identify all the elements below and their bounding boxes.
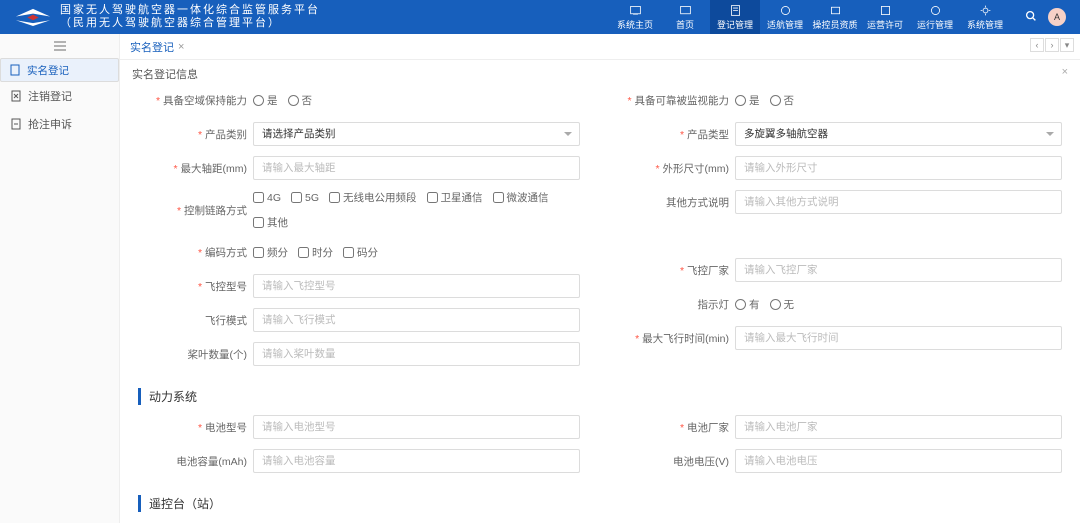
lbl-keep-aloft: 具备空域保持能力 xyxy=(138,93,253,108)
sidebar-item-reg[interactable]: 实名登记 xyxy=(0,58,119,82)
lbl-batt-vendor: 电池厂家 xyxy=(620,420,735,435)
brand-title: 国家无人驾驶航空器一体化综合监管服务平台（民用无人驾驶航空器综合管理平台） xyxy=(60,4,320,30)
lbl-encode: 编码方式 xyxy=(138,245,253,260)
radio-monitored[interactable]: 是否 xyxy=(735,93,1062,108)
sidebar: 实名登记 注销登记 抢注申诉 xyxy=(0,34,120,523)
checks-link-mode[interactable]: 4G5G无线电公用频段卫星通信微波通信其他 xyxy=(253,190,580,230)
tab-close-icon[interactable]: × xyxy=(178,41,184,53)
input-batt-model[interactable] xyxy=(253,415,580,439)
tab-prev[interactable]: ‹ xyxy=(1030,38,1044,52)
lbl-link-mode: 控制链路方式 xyxy=(138,203,253,218)
input-other-mode[interactable] xyxy=(735,190,1062,214)
lbl-other-mode: 其他方式说明 xyxy=(620,195,735,210)
nav-index[interactable]: 首页 xyxy=(660,0,710,34)
lbl-prod-type: 产品类型 xyxy=(620,127,735,142)
lbl-ind-light: 指示灯 xyxy=(620,297,735,312)
lbl-batt-cap: 电池容量(mAh) xyxy=(138,454,253,469)
select-prod-cat[interactable]: 请选择产品类别 xyxy=(253,122,580,146)
nav-airspace[interactable]: 适航管理 xyxy=(760,0,810,34)
input-batt-volt[interactable] xyxy=(735,449,1062,473)
lbl-fc-model: 飞控型号 xyxy=(138,279,253,294)
lbl-fc-vendor: 飞控厂家 xyxy=(620,263,735,278)
sidebar-item-pending[interactable]: 抢注申诉 xyxy=(0,110,119,138)
page-title: 实名登记信息 × xyxy=(120,60,1080,88)
tab-bar: 实名登记× ‹ › ▾ xyxy=(120,34,1080,60)
nav-license[interactable]: 操控员资质 xyxy=(810,0,860,34)
select-prod-type[interactable]: 多旋翼多轴航空器 xyxy=(735,122,1062,146)
input-batt-vendor[interactable] xyxy=(735,415,1062,439)
radio-ind-light[interactable]: 有无 xyxy=(735,297,1062,312)
search-icon[interactable] xyxy=(1024,9,1038,26)
input-fly-mode[interactable] xyxy=(253,308,580,332)
input-outer-size[interactable] xyxy=(735,156,1062,180)
lbl-batt-volt: 电池电压(V) xyxy=(620,454,735,469)
nav-reg[interactable]: 登记管理 xyxy=(710,0,760,34)
input-max-axis[interactable] xyxy=(253,156,580,180)
nav-flight[interactable]: 运行管理 xyxy=(910,0,960,34)
tab-menu[interactable]: ▾ xyxy=(1060,38,1074,52)
tab-reg[interactable]: 实名登记× xyxy=(130,39,184,55)
section-rc: 遥控台（站） xyxy=(138,495,1062,512)
lbl-outer-size: 外形尺寸(mm) xyxy=(620,161,735,176)
nav-sys[interactable]: 系统管理 xyxy=(960,0,1010,34)
lbl-blades: 桨叶数量(个) xyxy=(138,347,253,362)
section-power: 动力系统 xyxy=(138,388,1062,405)
input-fc-model[interactable] xyxy=(253,274,580,298)
lbl-max-axis: 最大轴距(mm) xyxy=(138,161,253,176)
close-icon[interactable]: × xyxy=(1062,66,1068,78)
nav-home[interactable]: 系统主页 xyxy=(610,0,660,34)
tab-next[interactable]: › xyxy=(1045,38,1059,52)
input-fc-vendor[interactable] xyxy=(735,258,1062,282)
avatar[interactable]: A xyxy=(1048,8,1066,26)
brand-logo xyxy=(14,6,52,28)
radio-keep-aloft[interactable]: 是否 xyxy=(253,93,580,108)
input-blades[interactable] xyxy=(253,342,580,366)
sidebar-item-cancel[interactable]: 注销登记 xyxy=(0,82,119,110)
lbl-batt-model: 电池型号 xyxy=(138,420,253,435)
lbl-max-time: 最大飞行时间(min) xyxy=(620,331,735,346)
input-max-time[interactable] xyxy=(735,326,1062,350)
lbl-monitored: 具备可靠被监视能力 xyxy=(620,93,735,108)
top-nav: 系统主页 首页 登记管理 适航管理 操控员资质 运营许可 运行管理 系统管理 xyxy=(610,0,1010,34)
nav-ops[interactable]: 运营许可 xyxy=(860,0,910,34)
checks-encode[interactable]: 频分时分码分 xyxy=(253,245,580,260)
lbl-prod-cat: 产品类别 xyxy=(138,127,253,142)
input-batt-cap[interactable] xyxy=(253,449,580,473)
lbl-fly-mode: 飞行模式 xyxy=(138,313,253,328)
sidebar-collapse[interactable] xyxy=(0,34,119,58)
